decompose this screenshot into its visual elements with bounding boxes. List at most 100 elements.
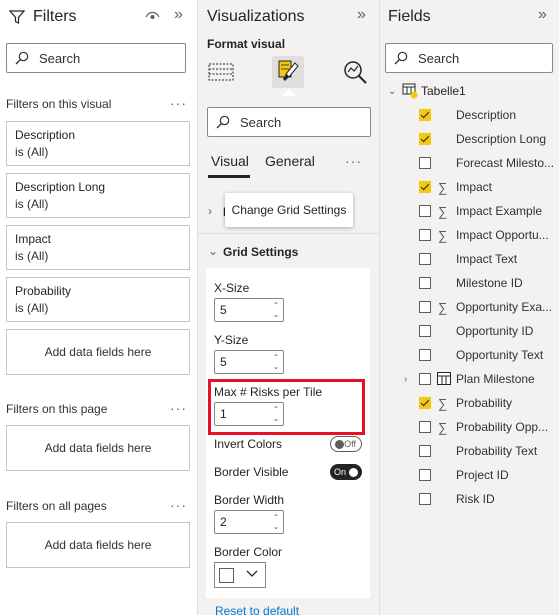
calendar-table-icon	[437, 372, 451, 388]
all-pages-add-fields-dropzone[interactable]: Add data fields here	[6, 522, 190, 568]
fields-search-input[interactable]: Search	[385, 43, 553, 73]
stepper-arrows-icon[interactable]: ⌃ ⌄	[269, 299, 283, 321]
filters-on-visual-label: Filters on this visual	[6, 97, 112, 111]
search-icon	[15, 51, 29, 65]
filter-card-description-long[interactable]: Description Long is (All)	[6, 173, 190, 218]
field-checkbox[interactable]	[419, 277, 431, 289]
eye-icon[interactable]	[145, 9, 160, 25]
field-row[interactable]: ∑ Probability Opp...	[380, 415, 559, 439]
field-checkbox[interactable]	[419, 469, 431, 481]
table-node[interactable]: ⌄ Tabelle1	[380, 79, 559, 103]
x-size-stepper[interactable]: 5 ⌃ ⌄	[214, 298, 284, 322]
tab-general[interactable]: General	[265, 153, 315, 169]
page-add-fields-dropzone[interactable]: Add data fields here	[6, 425, 190, 471]
sigma-icon: ∑	[438, 395, 448, 411]
visual-add-fields-dropzone[interactable]: Add data fields here	[6, 329, 190, 375]
filter-funnel-icon	[8, 9, 26, 28]
change-grid-settings-tooltip: Change Grid Settings	[225, 193, 353, 227]
field-checkbox[interactable]	[419, 349, 431, 361]
border-visible-toggle[interactable]: On	[330, 464, 362, 480]
field-checkbox[interactable]	[419, 445, 431, 457]
chevron-right-icon[interactable]: ›	[404, 374, 407, 385]
filters-search-input[interactable]: Search	[6, 43, 186, 73]
field-checkbox[interactable]	[419, 109, 431, 121]
y-size-stepper[interactable]: 5 ⌃ ⌄	[214, 350, 284, 374]
border-width-label: Border Width	[214, 493, 285, 507]
field-row[interactable]: › Plan Milestone	[380, 367, 559, 391]
field-row[interactable]: Milestone ID	[380, 271, 559, 295]
border-visible-label: Border Visible	[214, 465, 289, 479]
search-icon	[394, 51, 408, 65]
toggle-knob	[335, 439, 344, 449]
field-row[interactable]: Risk ID	[380, 487, 559, 511]
visualizations-title: Visualizations	[207, 8, 305, 25]
field-checkbox[interactable]	[419, 373, 431, 385]
field-checkbox[interactable]	[419, 301, 431, 313]
stepper-arrows-icon[interactable]: ⌃ ⌄	[269, 351, 283, 373]
field-checkbox[interactable]	[419, 493, 431, 505]
invert-colors-toggle[interactable]: Off	[330, 436, 362, 452]
field-row[interactable]: Impact Text	[380, 247, 559, 271]
reset-to-default-link[interactable]: Reset to default	[215, 604, 299, 615]
build-visual-grid-icon[interactable]	[205, 56, 237, 88]
filters-on-page-more-icon[interactable]: ···	[170, 400, 187, 416]
filters-on-all-pages-more-icon[interactable]: ···	[170, 497, 187, 513]
stepper-arrows-icon[interactable]: ⌃ ⌄	[269, 511, 283, 533]
field-row[interactable]: ∑ Opportunity Exa...	[380, 295, 559, 319]
filters-on-visual-more-icon[interactable]: ···	[170, 95, 187, 111]
field-checkbox[interactable]	[419, 253, 431, 265]
chevron-down-icon[interactable]: ⌄	[388, 86, 396, 97]
field-name: Risk ID	[456, 492, 495, 506]
filter-card-impact[interactable]: Impact is (All)	[6, 225, 190, 270]
filter-card-name: Impact	[15, 232, 52, 246]
field-row[interactable]: Description	[380, 103, 559, 127]
collapse-visualizations-icon[interactable]: »	[357, 6, 366, 24]
filter-card-value: is (All)	[15, 301, 49, 315]
grid-settings-chevron-down-icon[interactable]: ⌄	[208, 244, 218, 258]
field-row[interactable]: ∑ Probability	[380, 391, 559, 415]
section-divider	[198, 233, 379, 234]
field-row[interactable]: Forecast Milesto...	[380, 151, 559, 175]
tab-visual[interactable]: Visual	[211, 153, 249, 169]
filter-card-probability[interactable]: Probability is (All)	[6, 277, 190, 322]
format-paint-brush-icon[interactable]	[272, 56, 304, 88]
field-checkbox[interactable]	[419, 205, 431, 217]
field-row[interactable]: ∑ Impact Opportu...	[380, 223, 559, 247]
collapse-filters-icon[interactable]: »	[174, 6, 183, 24]
search-icon	[216, 115, 230, 129]
field-row[interactable]: Description Long	[380, 127, 559, 151]
field-checkbox[interactable]	[419, 181, 431, 193]
field-checkbox[interactable]	[419, 421, 431, 433]
collapse-fields-icon[interactable]: »	[538, 6, 547, 24]
border-color-picker[interactable]	[214, 562, 266, 588]
field-row[interactable]: Opportunity Text	[380, 343, 559, 367]
filter-card-description[interactable]: Description is (All)	[6, 121, 190, 166]
x-size-value: 5	[220, 303, 227, 317]
sigma-icon: ∑	[438, 179, 448, 195]
field-name: Forecast Milesto...	[456, 156, 555, 170]
fields-pane: Fields » Search ⌄ Tabelle1 Description De…	[380, 0, 559, 615]
field-name: Plan Milestone	[456, 372, 535, 386]
field-name: Impact Text	[456, 252, 518, 266]
y-size-value: 5	[220, 355, 227, 369]
field-checkbox[interactable]	[419, 325, 431, 337]
field-row[interactable]: ∑ Impact Example	[380, 199, 559, 223]
field-name: Description Long	[456, 132, 547, 146]
analytics-magnifier-icon[interactable]	[339, 56, 371, 88]
collapsed-section-chevron-icon[interactable]: ›	[208, 204, 212, 218]
viz-search-input[interactable]: Search	[207, 107, 371, 137]
viz-more-options-icon[interactable]: ···	[345, 153, 362, 169]
field-row[interactable]: Project ID	[380, 463, 559, 487]
grid-settings-section-title[interactable]: Grid Settings	[223, 245, 298, 259]
field-row[interactable]: ∑ Impact	[380, 175, 559, 199]
field-checkbox[interactable]	[419, 229, 431, 241]
border-width-value: 2	[220, 515, 227, 529]
border-width-stepper[interactable]: 2 ⌃ ⌄	[214, 510, 284, 534]
field-row[interactable]: Probability Text	[380, 439, 559, 463]
field-checkbox[interactable]	[419, 133, 431, 145]
visualizations-pane: Visualizations » Format visual Search Vi…	[198, 0, 380, 615]
field-row[interactable]: Opportunity ID	[380, 319, 559, 343]
field-checkbox[interactable]	[419, 157, 431, 169]
field-checkbox[interactable]	[419, 397, 431, 409]
filters-pane: Filters » Search Filters on this visual …	[0, 0, 198, 615]
